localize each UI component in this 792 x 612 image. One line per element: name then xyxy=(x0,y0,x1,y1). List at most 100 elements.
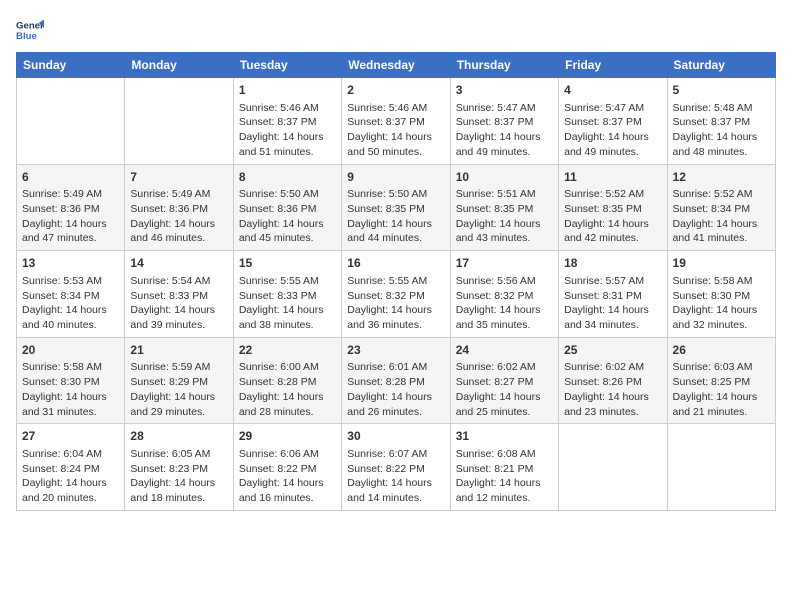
column-header-thursday: Thursday xyxy=(450,53,558,78)
calendar-cell: 6Sunrise: 5:49 AMSunset: 8:36 PMDaylight… xyxy=(17,164,125,251)
day-info: Daylight: 14 hours and 31 minutes. xyxy=(22,390,119,419)
column-header-saturday: Saturday xyxy=(667,53,775,78)
day-number: 23 xyxy=(347,342,444,359)
calendar-cell: 16Sunrise: 5:55 AMSunset: 8:32 PMDayligh… xyxy=(342,251,450,338)
calendar-cell: 4Sunrise: 5:47 AMSunset: 8:37 PMDaylight… xyxy=(559,78,667,165)
day-info: Daylight: 14 hours and 50 minutes. xyxy=(347,130,444,159)
column-header-tuesday: Tuesday xyxy=(233,53,341,78)
day-info: Daylight: 14 hours and 41 minutes. xyxy=(673,217,770,246)
calendar-cell: 17Sunrise: 5:56 AMSunset: 8:32 PMDayligh… xyxy=(450,251,558,338)
day-info: Sunset: 8:37 PM xyxy=(456,115,553,130)
day-number: 11 xyxy=(564,169,661,186)
calendar-week-1: 1Sunrise: 5:46 AMSunset: 8:37 PMDaylight… xyxy=(17,78,776,165)
day-info: Sunrise: 5:49 AM xyxy=(130,187,227,202)
day-info: Daylight: 14 hours and 36 minutes. xyxy=(347,303,444,332)
calendar-cell: 31Sunrise: 6:08 AMSunset: 8:21 PMDayligh… xyxy=(450,424,558,511)
day-info: Daylight: 14 hours and 25 minutes. xyxy=(456,390,553,419)
day-info: Daylight: 14 hours and 26 minutes. xyxy=(347,390,444,419)
svg-text:General: General xyxy=(16,20,44,31)
calendar-cell: 13 Sunrise: 5:53 AMSunset: 8:34 PMDayligh… xyxy=(17,251,125,338)
day-number: 27 xyxy=(22,428,119,445)
day-info: Sunset: 8:34 PM xyxy=(22,289,119,304)
day-info: Sunrise: 5:46 AM xyxy=(239,101,336,116)
calendar-cell: 20Sunrise: 5:58 AMSunset: 8:30 PMDayligh… xyxy=(17,337,125,424)
day-number: 21 xyxy=(130,342,227,359)
calendar-cell: 11Sunrise: 5:52 AMSunset: 8:35 PMDayligh… xyxy=(559,164,667,251)
day-info: Daylight: 14 hours and 40 minutes. xyxy=(22,303,119,332)
day-number: 18 xyxy=(564,255,661,272)
day-info: Sunset: 8:32 PM xyxy=(347,289,444,304)
day-info: Sunset: 8:34 PM xyxy=(673,202,770,217)
calendar-table: SundayMondayTuesdayWednesdayThursdayFrid… xyxy=(16,52,776,511)
day-info: Sunset: 8:28 PM xyxy=(239,375,336,390)
day-info: Daylight: 14 hours and 18 minutes. xyxy=(130,476,227,505)
day-info: Sunset: 8:25 PM xyxy=(673,375,770,390)
day-info: Sunset: 8:33 PM xyxy=(239,289,336,304)
day-info: Daylight: 14 hours and 14 minutes. xyxy=(347,476,444,505)
day-info: Sunrise: 5:52 AM xyxy=(564,187,661,202)
day-number: 9 xyxy=(347,169,444,186)
day-number: 14 xyxy=(130,255,227,272)
day-info: Daylight: 14 hours and 38 minutes. xyxy=(239,303,336,332)
calendar-cell xyxy=(667,424,775,511)
calendar-cell: 19Sunrise: 5:58 AMSunset: 8:30 PMDayligh… xyxy=(667,251,775,338)
calendar-week-4: 20Sunrise: 5:58 AMSunset: 8:30 PMDayligh… xyxy=(17,337,776,424)
day-info: Daylight: 14 hours and 49 minutes. xyxy=(456,130,553,159)
day-info: Daylight: 14 hours and 51 minutes. xyxy=(239,130,336,159)
calendar-cell: 30Sunrise: 6:07 AMSunset: 8:22 PMDayligh… xyxy=(342,424,450,511)
day-info: Daylight: 14 hours and 29 minutes. xyxy=(130,390,227,419)
calendar-cell: 1Sunrise: 5:46 AMSunset: 8:37 PMDaylight… xyxy=(233,78,341,165)
day-number: 6 xyxy=(22,169,119,186)
day-info: Sunrise: 5:57 AM xyxy=(564,274,661,289)
day-info: Sunset: 8:35 PM xyxy=(347,202,444,217)
day-number: 19 xyxy=(673,255,770,272)
day-info: Daylight: 14 hours and 16 minutes. xyxy=(239,476,336,505)
calendar-cell xyxy=(125,78,233,165)
day-number: 24 xyxy=(456,342,553,359)
day-info: Sunset: 8:37 PM xyxy=(347,115,444,130)
day-info: Daylight: 14 hours and 21 minutes. xyxy=(673,390,770,419)
day-info: Sunrise: 5:54 AM xyxy=(130,274,227,289)
day-info: Sunset: 8:33 PM xyxy=(130,289,227,304)
day-number: 26 xyxy=(673,342,770,359)
calendar-cell: 29Sunrise: 6:06 AMSunset: 8:22 PMDayligh… xyxy=(233,424,341,511)
day-info: Sunset: 8:30 PM xyxy=(673,289,770,304)
day-info: Daylight: 14 hours and 46 minutes. xyxy=(130,217,227,246)
day-info: Sunset: 8:23 PM xyxy=(130,462,227,477)
calendar-cell: 26Sunrise: 6:03 AMSunset: 8:25 PMDayligh… xyxy=(667,337,775,424)
svg-text:Blue: Blue xyxy=(16,31,37,42)
day-number: 17 xyxy=(456,255,553,272)
calendar-cell: 28 Sunrise: 6:05 AMSunset: 8:23 PMDayligh… xyxy=(125,424,233,511)
day-info: Sunset: 8:29 PM xyxy=(130,375,227,390)
day-number: 8 xyxy=(239,169,336,186)
day-info: Daylight: 14 hours and 43 minutes. xyxy=(456,217,553,246)
day-info: Sunrise: 6:04 AM xyxy=(22,447,119,462)
day-number: 16 xyxy=(347,255,444,272)
day-info: Sunset: 8:32 PM xyxy=(456,289,553,304)
day-info: Sunset: 8:26 PM xyxy=(564,375,661,390)
day-number: 30 xyxy=(347,428,444,445)
column-header-monday: Monday xyxy=(125,53,233,78)
day-info: Sunrise: 6:00 AM xyxy=(239,360,336,375)
day-info: Daylight: 14 hours and 42 minutes. xyxy=(564,217,661,246)
column-header-friday: Friday xyxy=(559,53,667,78)
day-info: Daylight: 14 hours and 45 minutes. xyxy=(239,217,336,246)
calendar-cell: 27Sunrise: 6:04 AMSunset: 8:24 PMDayligh… xyxy=(17,424,125,511)
day-info: Sunset: 8:36 PM xyxy=(239,202,336,217)
day-info: Daylight: 14 hours and 49 minutes. xyxy=(564,130,661,159)
day-number: 13 xyxy=(22,255,119,272)
day-info: Sunrise: 6:05 AM xyxy=(130,447,227,462)
logo: General Blue xyxy=(16,16,44,44)
day-info: Sunrise: 6:07 AM xyxy=(347,447,444,462)
day-info: Sunrise: 5:53 AM xyxy=(22,274,119,289)
calendar-cell: 25Sunrise: 6:02 AMSunset: 8:26 PMDayligh… xyxy=(559,337,667,424)
calendar-cell: 21Sunrise: 5:59 AMSunset: 8:29 PMDayligh… xyxy=(125,337,233,424)
day-info: Sunrise: 6:01 AM xyxy=(347,360,444,375)
day-number: 28 xyxy=(130,428,227,445)
calendar-cell: 10Sunrise: 5:51 AMSunset: 8:35 PMDayligh… xyxy=(450,164,558,251)
day-info: Sunrise: 5:58 AM xyxy=(22,360,119,375)
calendar-cell: 12Sunrise: 5:52 AMSunset: 8:34 PMDayligh… xyxy=(667,164,775,251)
day-info: Daylight: 14 hours and 12 minutes. xyxy=(456,476,553,505)
day-info: Sunset: 8:28 PM xyxy=(347,375,444,390)
day-info: Daylight: 14 hours and 39 minutes. xyxy=(130,303,227,332)
